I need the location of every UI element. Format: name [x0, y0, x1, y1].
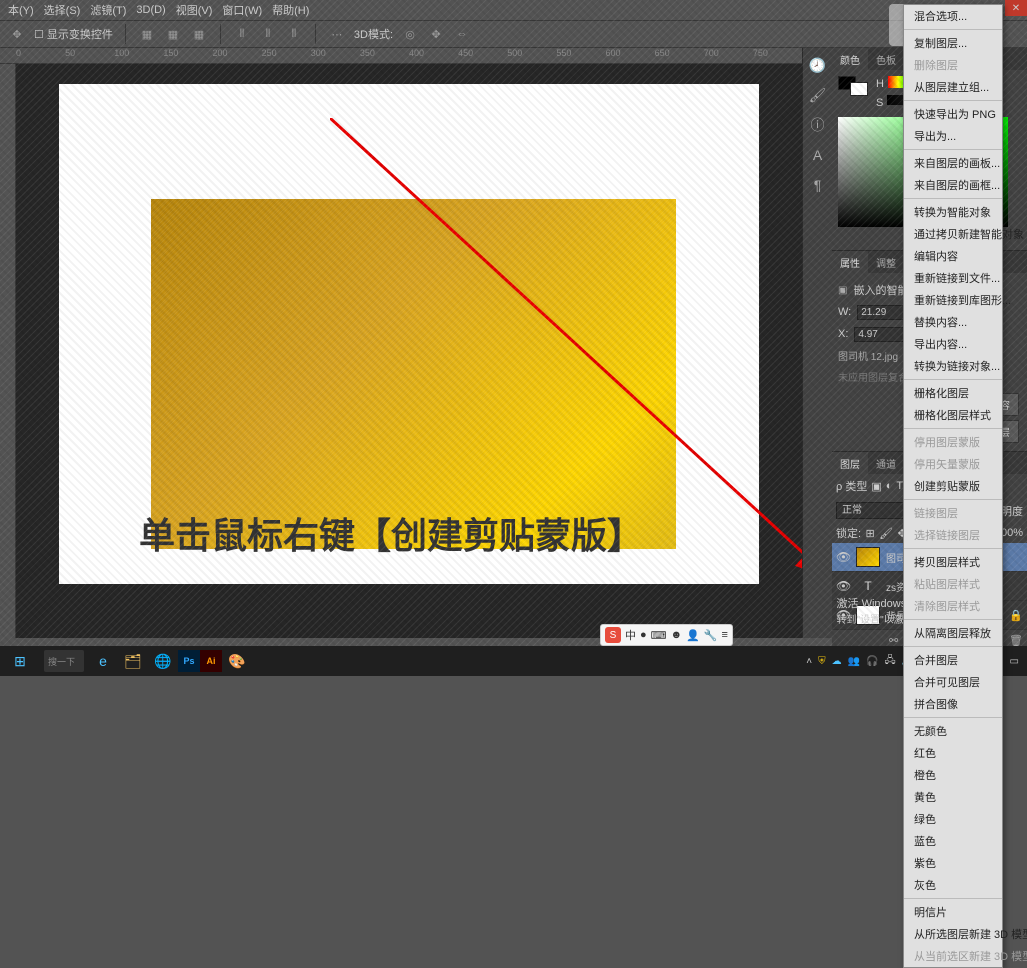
- context-menu-item[interactable]: 合并可见图层: [904, 671, 1002, 693]
- context-menu-item[interactable]: 无颜色: [904, 720, 1002, 742]
- layer-context-menu: 混合选项... 复制图层...删除图层从图层建立组... 快速导出为 PNG导出为.…: [903, 4, 1003, 968]
- start-button[interactable]: ⊞: [0, 646, 40, 676]
- tray-action-center-icon[interactable]: ▭: [1010, 656, 1019, 667]
- context-menu-item: 停用图层蒙版: [904, 431, 1002, 453]
- taskbar-illustrator-icon[interactable]: Ai: [200, 650, 222, 672]
- ime-engine-icon: S: [605, 627, 621, 643]
- context-menu-item[interactable]: 导出内容...: [904, 333, 1002, 355]
- context-menu-item[interactable]: 转换为智能对象: [904, 201, 1002, 223]
- ime-toolbar[interactable]: S 中 ● ⌨ ☻ 👤 🔧 ≡: [600, 624, 733, 646]
- taskbar-search[interactable]: 搜一下: [44, 650, 84, 672]
- taskbar-app-icon[interactable]: 🎨: [222, 646, 252, 676]
- tray-network-icon[interactable]: 🖧: [885, 653, 896, 670]
- tray-cloud-icon[interactable]: ☁: [832, 656, 842, 667]
- context-menu-item[interactable]: 拼合图像: [904, 693, 1002, 715]
- context-menu-item[interactable]: 替换内容...: [904, 311, 1002, 333]
- context-menu-item[interactable]: 来自图层的画框...: [904, 174, 1002, 196]
- ime-emoji-icon: ☻: [671, 629, 683, 641]
- context-menu-item[interactable]: 拷贝图层样式: [904, 551, 1002, 573]
- context-menu-item[interactable]: 创建剪贴蒙版: [904, 475, 1002, 497]
- taskbar-photoshop-icon[interactable]: Ps: [178, 650, 200, 672]
- context-menu-item[interactable]: 混合选项...: [904, 5, 1002, 27]
- context-menu-item[interactable]: 重新链接到库图形...: [904, 289, 1002, 311]
- ime-tool-icon: 🔧: [704, 629, 718, 642]
- context-menu-item[interactable]: 蓝色: [904, 830, 1002, 852]
- context-menu-item[interactable]: 复制图层...: [904, 32, 1002, 54]
- context-menu-item[interactable]: 橙色: [904, 764, 1002, 786]
- layer-thumbnail[interactable]: [856, 547, 880, 567]
- taskbar: ⊞ 搜一下 e 🗂 🌐 Ps Ai 🎨 ˄ ⛨ ☁ 👥 🎧 🖧 🔊 中 15:0…: [0, 646, 1027, 676]
- context-menu-item: 清除图层样式: [904, 595, 1002, 617]
- taskbar-edge-icon[interactable]: e: [88, 646, 118, 676]
- context-menu-item[interactable]: 黄色: [904, 786, 1002, 808]
- context-menu-item[interactable]: 绿色: [904, 808, 1002, 830]
- taskbar-chrome-icon[interactable]: 🌐: [148, 646, 178, 676]
- context-menu-item: 停用矢量蒙版: [904, 453, 1002, 475]
- context-menu-item[interactable]: 明信片: [904, 901, 1002, 923]
- context-menu-item[interactable]: 从隔离图层释放: [904, 622, 1002, 644]
- ime-lang: 中: [625, 627, 636, 643]
- context-menu-item[interactable]: 栅格化图层样式: [904, 404, 1002, 426]
- context-menu-item[interactable]: 栅格化图层: [904, 382, 1002, 404]
- context-menu-item[interactable]: 转换为链接对象...: [904, 355, 1002, 377]
- context-menu-item[interactable]: 通过拷贝新建智能对象: [904, 223, 1002, 245]
- tray-people-icon[interactable]: 👥: [848, 656, 860, 667]
- close-button[interactable]: ✕: [1005, 0, 1027, 16]
- ime-user-icon: 👤: [686, 629, 700, 642]
- context-menu-item: 选择链接图层: [904, 524, 1002, 546]
- context-menu-item[interactable]: 紫色: [904, 852, 1002, 874]
- tray-shield-icon[interactable]: ⛨: [818, 656, 826, 667]
- context-menu-item: 链接图层: [904, 502, 1002, 524]
- context-menu-item[interactable]: 导出为...: [904, 125, 1002, 147]
- context-menu-item[interactable]: 红色: [904, 742, 1002, 764]
- tray-chevron-icon[interactable]: ˄: [806, 656, 812, 667]
- ime-menu-icon: ≡: [722, 629, 728, 641]
- context-menu-item[interactable]: 来自图层的画板...: [904, 152, 1002, 174]
- context-menu-item[interactable]: 灰色: [904, 874, 1002, 896]
- context-menu-item[interactable]: 从所选图层新建 3D 模型: [904, 923, 1002, 945]
- context-menu-item: 删除图层: [904, 54, 1002, 76]
- context-menu-item[interactable]: 快速导出为 PNG: [904, 103, 1002, 125]
- context-menu-item: 粘贴图层样式: [904, 573, 1002, 595]
- context-menu-item[interactable]: 编辑内容: [904, 245, 1002, 267]
- context-menu-item[interactable]: 合并图层: [904, 649, 1002, 671]
- taskbar-explorer-icon[interactable]: 🗂: [118, 646, 148, 676]
- ime-punct: ●: [640, 629, 647, 641]
- context-menu-item: 从当前选区新建 3D 模型: [904, 945, 1002, 967]
- context-menu-item[interactable]: 从图层建立组...: [904, 76, 1002, 98]
- ime-keyboard-icon: ⌨: [651, 629, 667, 642]
- tray-headphone-icon[interactable]: 🎧: [866, 656, 878, 667]
- context-menu-item[interactable]: 重新链接到文件...: [904, 267, 1002, 289]
